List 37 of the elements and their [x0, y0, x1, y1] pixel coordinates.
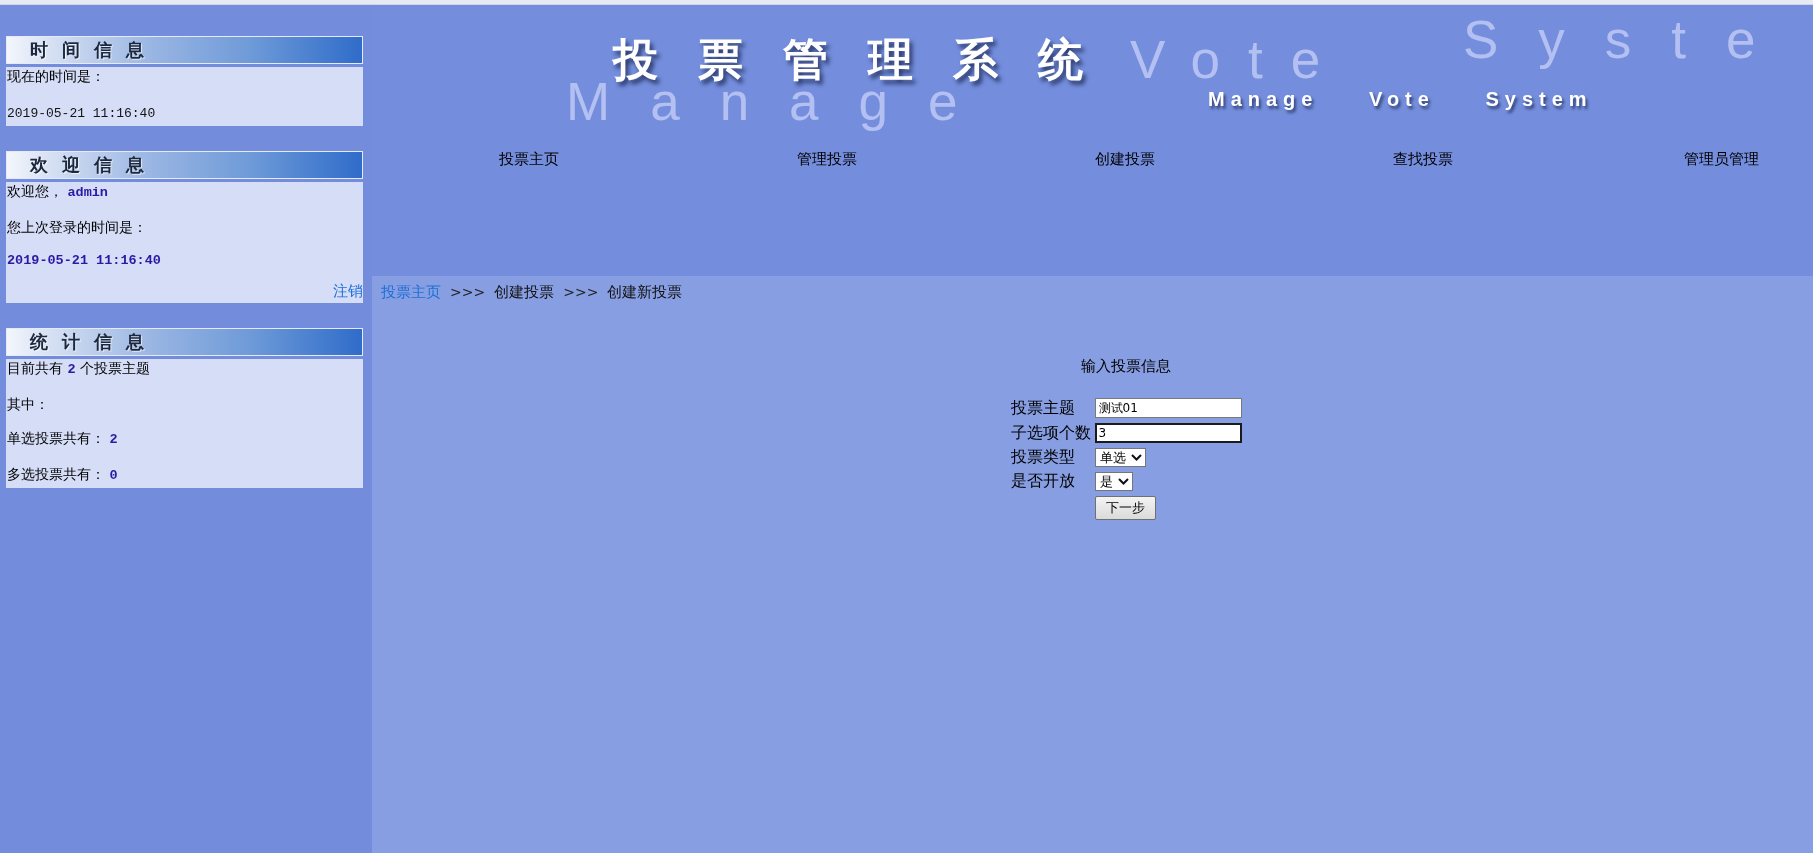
- nav-link[interactable]: 管理员管理: [1683, 150, 1759, 169]
- form-heading: 输入投票信息: [1081, 357, 1171, 375]
- nav-link[interactable]: 创建投票: [1095, 150, 1155, 169]
- field-label: 投票类型: [1010, 448, 1075, 467]
- select-field[interactable]: 是: [1094, 472, 1133, 491]
- backdrop-text: Vote: [1130, 32, 1349, 88]
- section-heading: 统计信息: [6, 328, 363, 356]
- field-label: 子选项个数: [1010, 423, 1091, 443]
- next-button[interactable]: 下一步: [1094, 496, 1156, 520]
- breadcrumb-separator: >>>: [563, 283, 599, 302]
- nav-link[interactable]: 查找投票: [1393, 150, 1453, 169]
- timestamp: 2019-05-21 11:16:40: [7, 252, 161, 270]
- logout-link[interactable]: 注销: [333, 282, 363, 300]
- chevron-down-icon: [1130, 454, 1142, 461]
- system-subtitle: Manage Vote System: [1208, 88, 1593, 111]
- text-input[interactable]: 3: [1094, 423, 1242, 443]
- info-text: 欢迎您， admin: [7, 182, 108, 202]
- timestamp: 2019-05-21 11:16:40: [7, 105, 156, 123]
- backdrop-text: Syste: [1463, 12, 1796, 68]
- section-heading: 欢迎信息: [6, 151, 363, 179]
- info-text: 现在的时间是：: [7, 67, 105, 85]
- field-label: 是否开放: [1010, 472, 1075, 491]
- info-text: 其中：: [7, 395, 49, 413]
- field-label: 投票主题: [1010, 398, 1075, 418]
- info-text: 单选投票共有： 2: [7, 429, 118, 449]
- info-text: 多选投票共有： 0: [7, 465, 118, 485]
- chevron-down-icon: [1117, 478, 1129, 485]
- info-text: 您上次登录的时间是：: [7, 218, 147, 236]
- breadcrumb-text: 创建新投票: [607, 283, 683, 302]
- nav-link[interactable]: 投票主页: [499, 150, 559, 169]
- nav-link[interactable]: 管理投票: [797, 150, 857, 169]
- breadcrumb-text: 创建投票: [494, 283, 555, 302]
- section-heading: 时间信息: [6, 36, 363, 64]
- breadcrumb-separator: >>>: [450, 283, 486, 302]
- info-text: 目前共有 2 个投票主题: [7, 359, 150, 379]
- select-field[interactable]: 单选: [1094, 448, 1146, 467]
- text-input[interactable]: 测试01: [1094, 398, 1242, 418]
